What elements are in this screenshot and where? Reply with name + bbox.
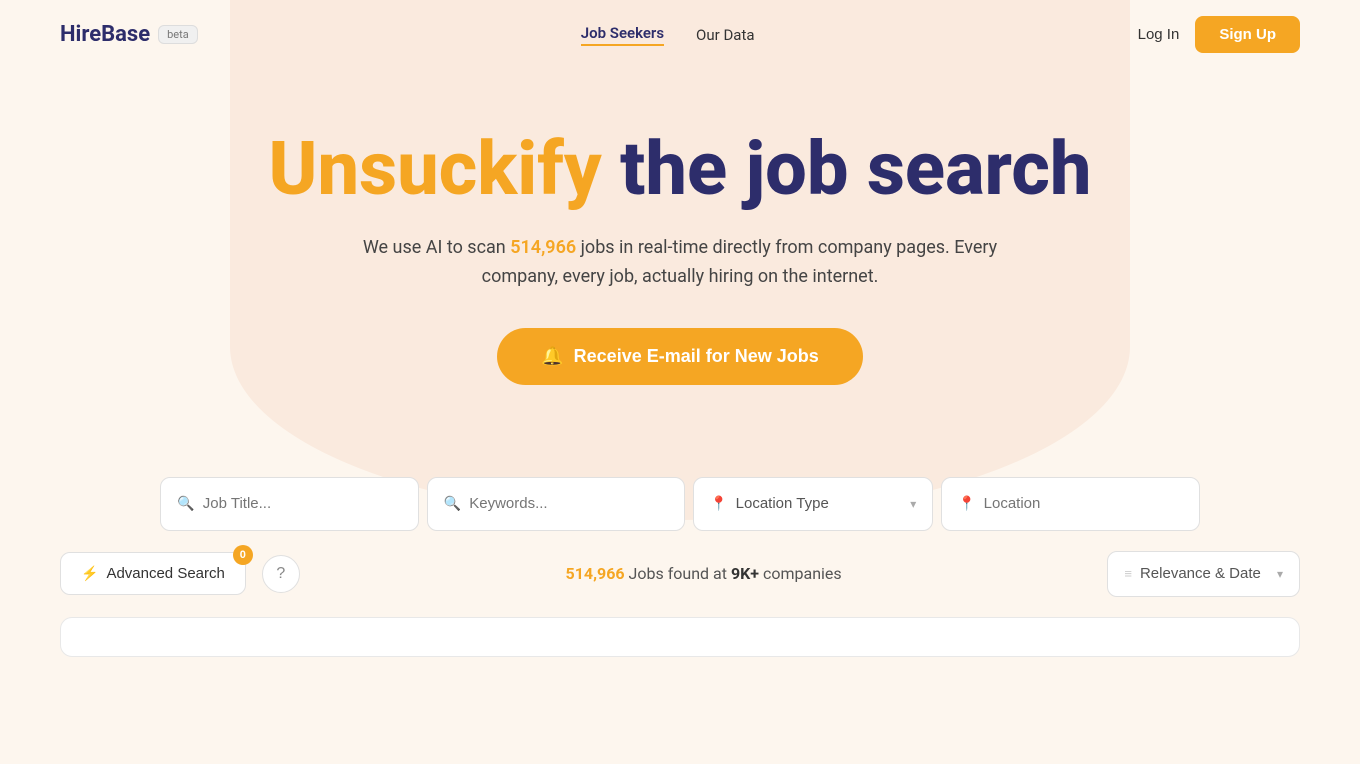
signup-button[interactable]: Sign Up <box>1195 16 1300 53</box>
hero-title-dark: the job search <box>620 126 1091 213</box>
bell-icon: 🔔 <box>541 346 563 367</box>
jobs-label-prefix: Jobs found at <box>629 564 731 583</box>
nav-our-data[interactable]: Our Data <box>696 26 754 44</box>
nav-job-seekers[interactable]: Job Seekers <box>581 24 664 46</box>
subtitle-prefix: We use AI to scan <box>363 237 510 258</box>
logo-base: Base <box>101 22 150 47</box>
location-type-select[interactable]: Location Type Remote On-site Hybrid <box>736 495 903 512</box>
action-row: ⚡ Advanced Search 0 ? 514,966 Jobs found… <box>0 551 1360 597</box>
logo-area: HireBase beta <box>60 22 198 47</box>
nav-links: Job Seekers Our Data <box>581 24 755 46</box>
keywords-input-wrapper: 🔍 <box>427 477 685 531</box>
sort-select[interactable]: Relevance & Date Date Relevance <box>1140 565 1261 582</box>
subtitle-count: 514,966 <box>510 237 576 258</box>
logo-text: HireBase <box>60 22 150 47</box>
navbar: HireBase beta Job Seekers Our Data Log I… <box>0 0 1360 69</box>
job-title-search-icon: 🔍 <box>177 496 194 512</box>
hero-title-highlight: Unsuckify <box>268 126 601 213</box>
location-input-wrapper: 📍 <box>941 477 1199 531</box>
help-button[interactable]: ? <box>262 555 300 593</box>
login-button[interactable]: Log In <box>1138 26 1180 43</box>
hero-title: Unsuckify the job search <box>20 129 1340 210</box>
keywords-search-icon: 🔍 <box>444 496 461 512</box>
location-search-icon: 📍 <box>958 496 975 512</box>
sort-wrapper: ≡ Relevance & Date Date Relevance ▾ <box>1107 551 1300 597</box>
logo-hire: Hire <box>60 22 101 47</box>
hero-subtitle: We use AI to scan 514,966 jobs in real-t… <box>360 234 1000 292</box>
location-type-dropdown-arrow: ▾ <box>910 497 916 511</box>
job-title-input-wrapper: 🔍 <box>160 477 418 531</box>
sort-icon: ≡ <box>1124 566 1132 582</box>
advanced-search-badge: 0 <box>233 545 253 565</box>
beta-badge: beta <box>158 25 198 44</box>
results-count-text: 514,966 Jobs found at 9K+ companies <box>316 564 1092 583</box>
advanced-search-label: Advanced Search <box>106 565 224 582</box>
lightning-icon: ⚡ <box>81 565 98 582</box>
cta-email-button[interactable]: 🔔 Receive E-mail for New Jobs <box>497 328 863 385</box>
keywords-input[interactable] <box>469 495 668 512</box>
sort-dropdown-arrow: ▾ <box>1277 567 1283 581</box>
hero-section: Unsuckify the job search We use AI to sc… <box>0 69 1360 473</box>
location-input[interactable] <box>984 495 1183 512</box>
search-section: 🔍 🔍 📍 Location Type Remote On-site Hybri… <box>0 473 1360 535</box>
jobs-count: 514,966 <box>566 564 625 583</box>
help-icon: ? <box>276 565 285 583</box>
companies-count: 9K+ <box>731 564 759 583</box>
results-area <box>60 617 1300 657</box>
location-type-icon: 📍 <box>710 496 727 512</box>
nav-actions: Log In Sign Up <box>1138 16 1300 53</box>
location-type-wrapper: 📍 Location Type Remote On-site Hybrid ▾ <box>693 477 933 531</box>
advanced-search-button[interactable]: ⚡ Advanced Search 0 <box>60 552 246 595</box>
job-title-input[interactable] <box>203 495 402 512</box>
cta-label: Receive E-mail for New Jobs <box>574 346 819 367</box>
jobs-label-suffix: companies <box>759 564 842 583</box>
